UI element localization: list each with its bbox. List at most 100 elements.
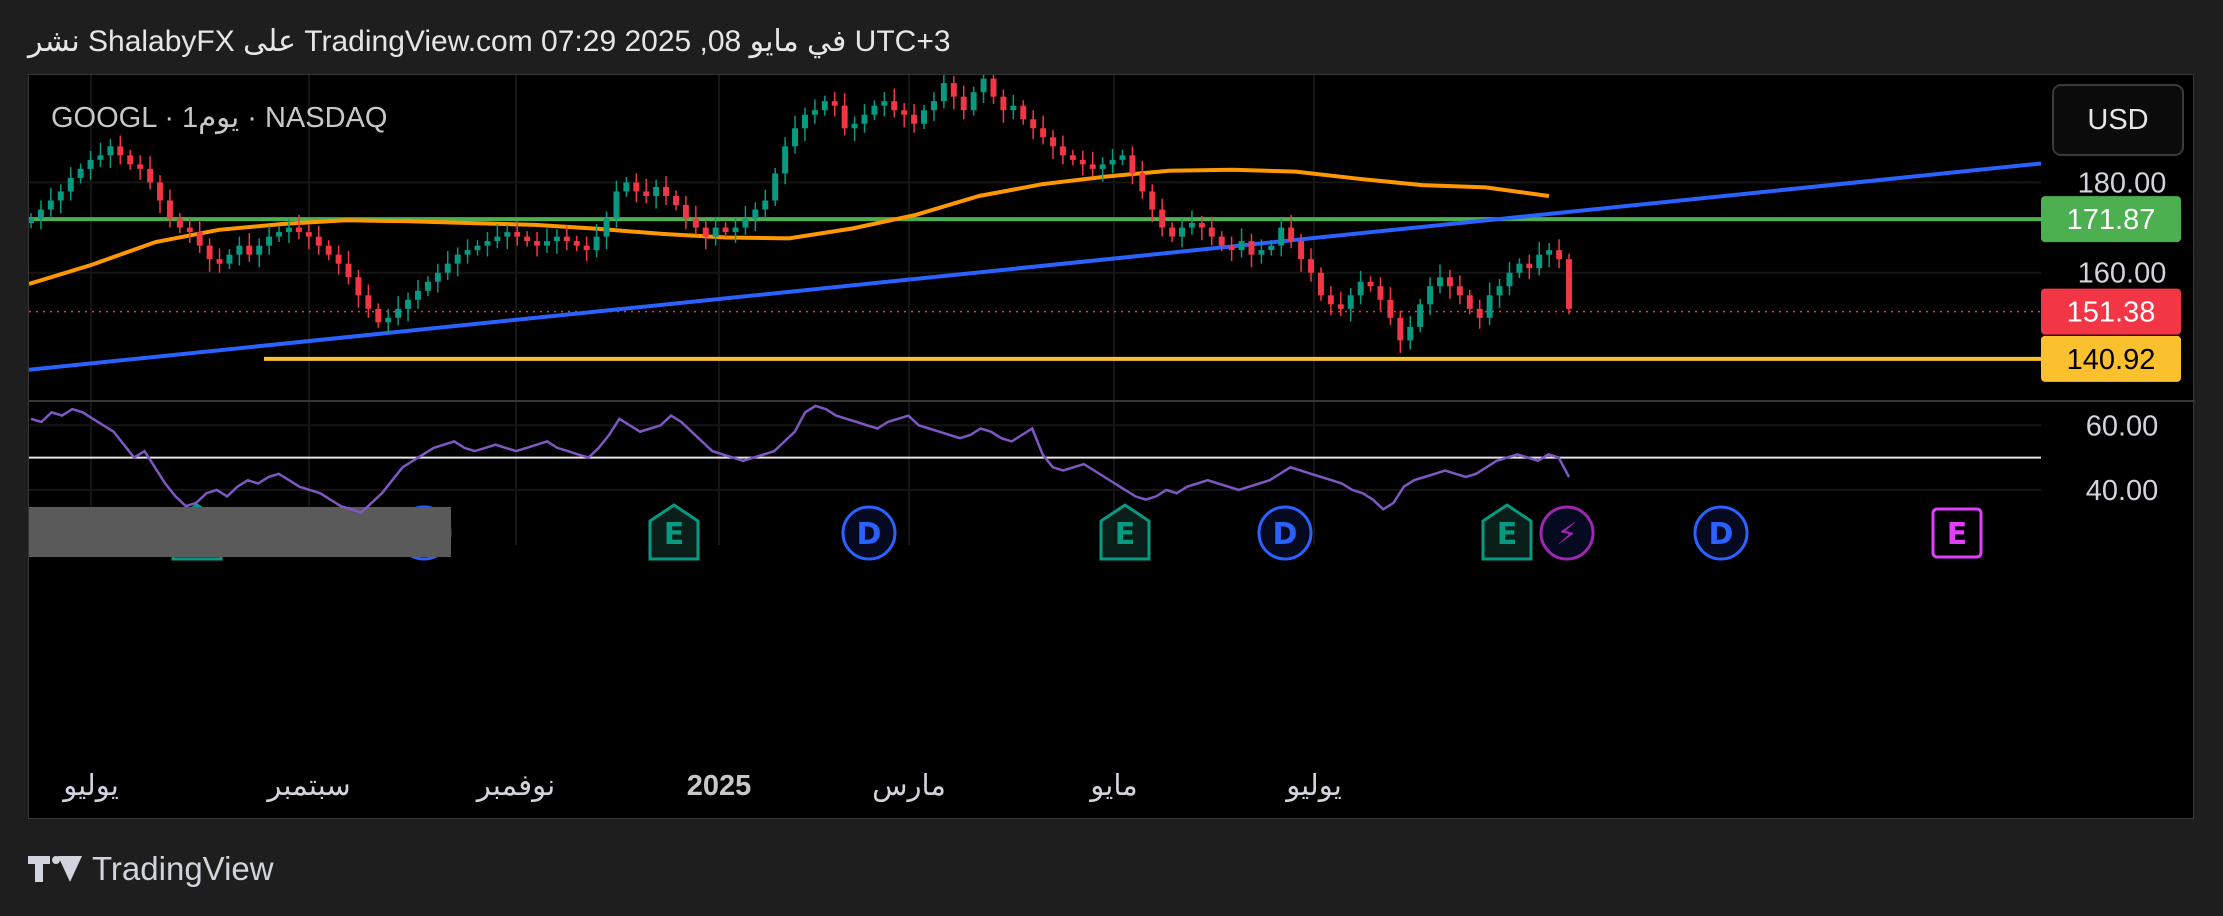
candle	[305, 224, 312, 250]
time-tick-label: 2025	[687, 770, 752, 802]
candle	[405, 292, 412, 322]
price-label-badge: 171.87	[2041, 196, 2181, 243]
candle	[37, 200, 44, 230]
candle	[1079, 150, 1086, 176]
candle	[583, 236, 590, 261]
candle	[484, 232, 491, 257]
candle	[147, 156, 154, 190]
candle	[960, 85, 967, 120]
candle	[950, 75, 957, 110]
rsi-tick-label: 40.00	[2086, 475, 2159, 507]
svg-text:⚡: ⚡	[1556, 517, 1577, 552]
publish-header: نشر ShalabyFX على TradingView.com 07:29 …	[28, 25, 951, 58]
candle	[792, 115, 799, 154]
candle	[722, 222, 729, 238]
candle	[821, 95, 828, 116]
tooltip-box	[29, 507, 451, 557]
candle	[682, 195, 689, 230]
candle	[841, 93, 848, 136]
candle	[990, 75, 997, 104]
footer-brand[interactable]: TradingView	[28, 850, 274, 888]
candle	[1248, 233, 1255, 268]
candle	[692, 205, 699, 235]
candle	[1069, 149, 1076, 166]
time-tick-label: يوليو	[1284, 770, 1342, 803]
split-event-icon[interactable]: ⚡	[1539, 505, 1595, 561]
candle	[1546, 242, 1553, 268]
candle	[1010, 94, 1017, 120]
footer-brand-text: TradingView	[92, 850, 274, 887]
candle	[573, 235, 580, 252]
candle	[1407, 316, 1414, 350]
currency-button[interactable]: USD	[2052, 84, 2184, 156]
candle	[1050, 130, 1057, 159]
candle	[1149, 184, 1156, 223]
price-labels: 171.87 151.38 140.92	[2041, 196, 2181, 382]
candle	[276, 226, 283, 243]
grid-lines	[29, 75, 2041, 545]
candle	[196, 219, 203, 253]
candle	[415, 279, 421, 309]
price-label-badge: 151.38	[2041, 288, 2181, 335]
earnings-event-icon[interactable]: E	[1099, 503, 1151, 561]
svg-text:D: D	[1273, 517, 1298, 552]
price-tick-label: 180.00	[2078, 167, 2167, 199]
candle	[107, 139, 114, 168]
candle	[603, 211, 610, 250]
rsi-tick-label: 60.00	[2086, 410, 2159, 442]
moving-average-layer	[29, 167, 1550, 286]
dividend-event-icon[interactable]: D	[1257, 505, 1313, 561]
tradingview-logo-icon	[28, 854, 82, 884]
candle	[424, 276, 431, 297]
candle	[1437, 264, 1443, 294]
earnings-event-icon[interactable]: E	[648, 503, 700, 561]
candle	[1526, 254, 1533, 280]
candle	[752, 202, 759, 232]
dividend-event-icon[interactable]: D	[1693, 505, 1749, 561]
candle	[1159, 198, 1166, 237]
candle	[1119, 149, 1126, 166]
candle	[137, 155, 144, 180]
candle	[563, 225, 570, 251]
candle	[1566, 253, 1572, 315]
candle	[1347, 288, 1354, 322]
candle	[553, 229, 560, 254]
earnings-event-icon[interactable]: E	[1931, 507, 1983, 559]
candle	[1516, 258, 1523, 279]
candle	[772, 167, 779, 206]
candle	[157, 175, 163, 214]
candle	[395, 296, 402, 326]
candle	[1496, 279, 1503, 308]
candle	[980, 75, 987, 103]
candle	[385, 308, 392, 334]
candle	[246, 232, 253, 262]
price-label-text: 140.92	[2067, 344, 2156, 376]
trendline[interactable]	[29, 161, 2042, 372]
candle	[315, 225, 322, 255]
chart-area[interactable]: 180.00 160.00 171.87 151.38 140.92 E D E D E D E ⚡…	[28, 74, 2195, 820]
candle	[1030, 110, 1037, 140]
candle	[464, 239, 471, 264]
price-tick-label: 160.00	[2078, 258, 2167, 290]
chart-svg[interactable]: 180.00 160.00 171.87 151.38 140.92 E D E D E D E ⚡…	[29, 75, 2195, 820]
earnings-event-icon[interactable]: E	[1481, 503, 1533, 561]
candle	[325, 240, 332, 261]
svg-text:D: D	[1709, 517, 1734, 552]
dividend-event-icon[interactable]: D	[841, 505, 897, 561]
candle	[1486, 282, 1493, 326]
candle	[1000, 89, 1007, 123]
candle	[87, 150, 94, 180]
candle	[127, 149, 134, 170]
candle	[881, 92, 888, 117]
candle	[206, 238, 213, 272]
svg-text:D: D	[857, 517, 882, 552]
candle	[1059, 135, 1066, 165]
candle	[1089, 151, 1096, 177]
candle	[365, 284, 372, 318]
time-tick-label: سبتمبر	[265, 770, 350, 803]
candle	[335, 245, 342, 275]
candle	[1139, 160, 1146, 199]
candle	[672, 190, 679, 211]
currency-label: USD	[2087, 104, 2148, 136]
candle	[434, 263, 441, 293]
